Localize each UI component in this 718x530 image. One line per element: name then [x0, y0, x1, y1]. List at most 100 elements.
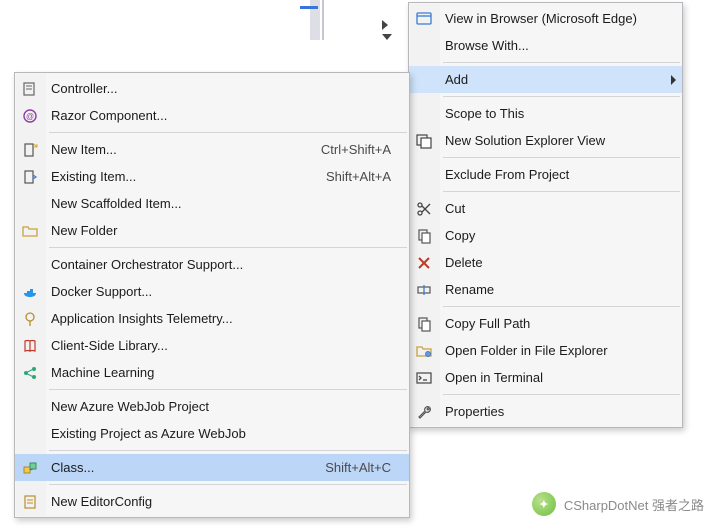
menu-separator [443, 157, 680, 158]
menu-separator [443, 306, 680, 307]
wrench-icon [415, 403, 433, 421]
menu-item-label: Scope to This [445, 106, 664, 121]
menu-separator [49, 450, 407, 451]
docker-icon [21, 283, 39, 301]
menu-item-docker-support[interactable]: Docker Support... [15, 278, 409, 305]
new-view-icon [415, 132, 433, 150]
menu-item-label: New Azure WebJob Project [51, 399, 391, 414]
menu-item-label: Copy Full Path [445, 316, 664, 331]
menu-separator [443, 62, 680, 63]
existing-item-icon [21, 168, 39, 186]
menu-item-new-solution-explorer-view[interactable]: New Solution Explorer View [409, 127, 682, 154]
razor-icon: @ [21, 107, 39, 125]
chevron-right-icon [671, 75, 676, 85]
terminal-icon [415, 369, 433, 387]
copy-icon [415, 315, 433, 333]
menu-item-add[interactable]: Add [409, 66, 682, 93]
class-icon [21, 459, 39, 477]
menu-item-container-orchestrator[interactable]: Container Orchestrator Support... [15, 251, 409, 278]
new-item-icon [21, 141, 39, 159]
menu-separator [49, 484, 407, 485]
menu-item-class[interactable]: Class... Shift+Alt+C [15, 454, 409, 481]
menu-item-label: Existing Item... [51, 169, 296, 184]
menu-item-label: Open in Terminal [445, 370, 664, 385]
menu-item-label: Machine Learning [51, 365, 391, 380]
menu-item-label: Docker Support... [51, 284, 391, 299]
menu-item-new-scaffolded-item[interactable]: New Scaffolded Item... [15, 190, 409, 217]
menu-item-copy-full-path[interactable]: Copy Full Path [409, 310, 682, 337]
context-menu: View in Browser (Microsoft Edge) Browse W… [408, 2, 683, 428]
menu-item-label: Copy [445, 228, 664, 243]
menu-separator [49, 132, 407, 133]
menu-item-label: Razor Component... [51, 108, 391, 123]
menu-item-label: Container Orchestrator Support... [51, 257, 391, 272]
menu-item-exclude-from-project[interactable]: Exclude From Project [409, 161, 682, 188]
menu-item-label: View in Browser (Microsoft Edge) [445, 11, 664, 26]
menu-item-cut[interactable]: Cut [409, 195, 682, 222]
folder-open-icon [415, 342, 433, 360]
menu-item-shortcut: Shift+Alt+A [326, 169, 391, 184]
menu-item-new-azure-webjob[interactable]: New Azure WebJob Project [15, 393, 409, 420]
menu-item-label: Application Insights Telemetry... [51, 311, 391, 326]
menu-item-controller[interactable]: Controller... [15, 75, 409, 102]
menu-item-shortcut: Ctrl+Shift+A [321, 142, 391, 157]
svg-text:@: @ [26, 112, 34, 121]
menu-separator [49, 389, 407, 390]
folder-icon [21, 222, 39, 240]
menu-item-label: Client-Side Library... [51, 338, 391, 353]
menu-separator [49, 247, 407, 248]
add-submenu: Controller... @ Razor Component... New Item… [14, 72, 410, 518]
menu-item-scope-to-this[interactable]: Scope to This [409, 100, 682, 127]
library-icon [21, 337, 39, 355]
menu-item-label: New Solution Explorer View [445, 133, 664, 148]
menu-separator [443, 96, 680, 97]
ml-icon [21, 364, 39, 382]
menu-item-shortcut: Shift+Alt+C [325, 460, 391, 475]
copy-icon [415, 227, 433, 245]
menu-item-delete[interactable]: Delete [409, 249, 682, 276]
browser-icon [415, 10, 433, 28]
menu-item-label: Delete [445, 255, 664, 270]
menu-item-new-editorconfig[interactable]: New EditorConfig [15, 488, 409, 515]
menu-item-label: Properties [445, 404, 664, 419]
menu-separator [443, 394, 680, 395]
rename-icon [415, 281, 433, 299]
menu-item-machine-learning[interactable]: Machine Learning [15, 359, 409, 386]
scissors-icon [415, 200, 433, 218]
editorconfig-icon [21, 493, 39, 511]
menu-separator [443, 191, 680, 192]
menu-item-label: Exclude From Project [445, 167, 664, 182]
menu-item-view-in-browser[interactable]: View in Browser (Microsoft Edge) [409, 5, 682, 32]
controller-icon [21, 80, 39, 98]
menu-item-label: Rename [445, 282, 664, 297]
menu-item-open-in-terminal[interactable]: Open in Terminal [409, 364, 682, 391]
menu-item-label: Controller... [51, 81, 391, 96]
menu-item-new-item[interactable]: New Item...Ctrl+Shift+A [15, 136, 409, 163]
wechat-icon: ✦ [532, 492, 556, 516]
menu-item-browse-with[interactable]: Browse With... [409, 32, 682, 59]
menu-item-client-side-lib[interactable]: Client-Side Library... [15, 332, 409, 359]
menu-item-razor-component[interactable]: @ Razor Component... [15, 102, 409, 129]
watermark: ✦ CSharpDotNet 强者之路 [532, 492, 704, 516]
menu-item-label: Open Folder in File Explorer [445, 343, 664, 358]
menu-item-copy[interactable]: Copy [409, 222, 682, 249]
menu-item-label: Class... [51, 460, 295, 475]
menu-item-label: Cut [445, 201, 664, 216]
delete-icon [415, 254, 433, 272]
menu-item-open-in-file-explorer[interactable]: Open Folder in File Explorer [409, 337, 682, 364]
menu-item-label: New EditorConfig [51, 494, 391, 509]
solution-explorer-fragment [370, 6, 410, 50]
menu-item-label: Add [445, 72, 664, 87]
watermark-text: CSharpDotNet 强者之路 [564, 495, 704, 514]
menu-item-label: New Scaffolded Item... [51, 196, 391, 211]
insights-icon [21, 310, 39, 328]
menu-item-existing-azure-webjob[interactable]: Existing Project as Azure WebJob [15, 420, 409, 447]
menu-item-app-insights[interactable]: Application Insights Telemetry... [15, 305, 409, 332]
menu-item-properties[interactable]: Properties [409, 398, 682, 425]
menu-item-label: Existing Project as Azure WebJob [51, 426, 391, 441]
menu-item-existing-item[interactable]: Existing Item... Shift+Alt+A [15, 163, 409, 190]
menu-item-label: Browse With... [445, 38, 664, 53]
menu-item-new-folder[interactable]: New Folder [15, 217, 409, 244]
menu-item-label: New Folder [51, 223, 391, 238]
menu-item-rename[interactable]: Rename [409, 276, 682, 303]
